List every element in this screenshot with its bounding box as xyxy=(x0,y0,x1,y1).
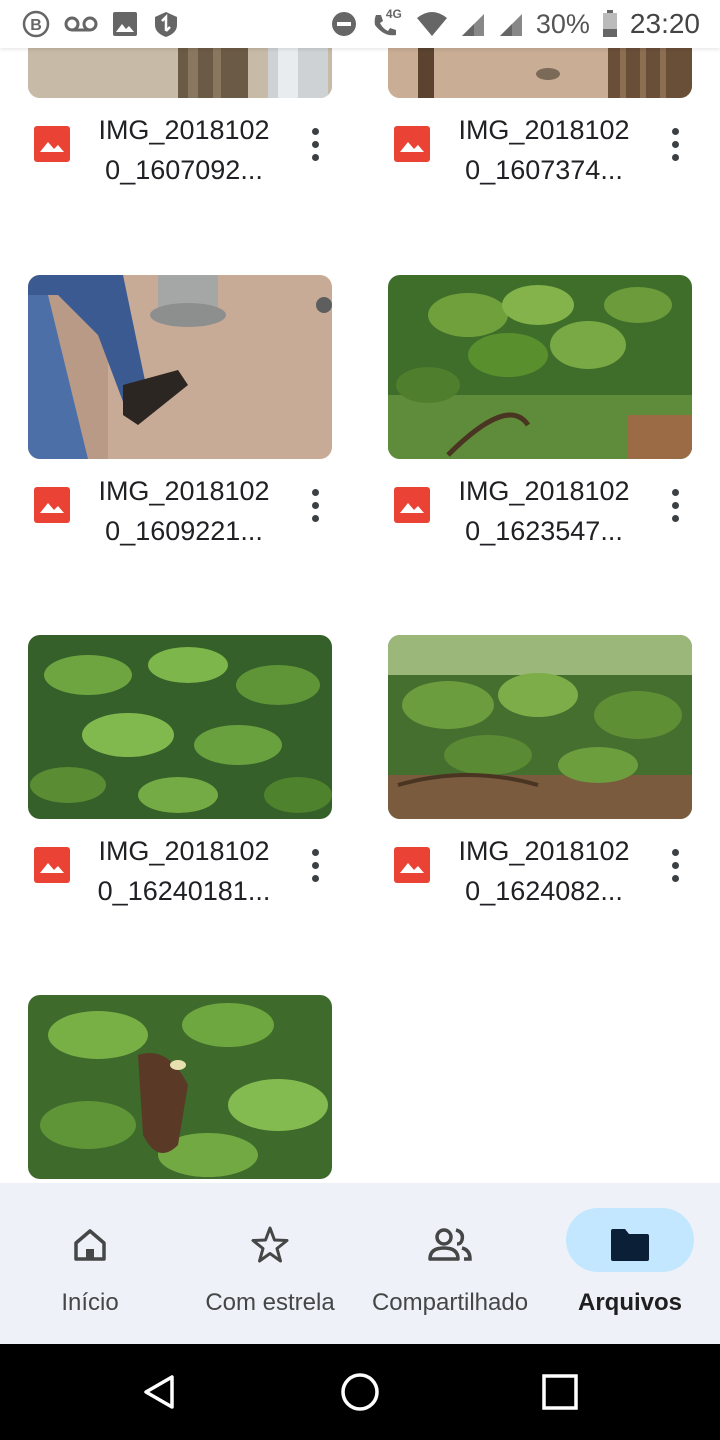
file-info-row: IMG_2018102 0_1623547... xyxy=(388,471,720,551)
people-icon xyxy=(426,1221,474,1269)
voicemail-icon xyxy=(64,16,98,32)
home-icon xyxy=(66,1221,114,1269)
dnd-icon xyxy=(331,12,356,36)
nav-label-files: Arquivos xyxy=(577,1289,682,1316)
network-type-label: 4G xyxy=(385,7,402,21)
b-badge-icon: B xyxy=(22,10,50,38)
image-file-icon xyxy=(34,847,70,883)
file-name: IMG_2018102 0_1607374... xyxy=(458,115,630,185)
nav-label-home: Início xyxy=(61,1289,119,1316)
file-name: IMG_2018102 0_1623547... xyxy=(458,476,630,546)
file-info-row: IMG_2018102 0_16240181... xyxy=(28,831,368,911)
file-info-row: IMG_2018102 0_1607374... xyxy=(388,110,720,190)
nav-item-home[interactable]: Início xyxy=(0,1183,180,1344)
image-file-icon xyxy=(34,487,70,523)
file-thumbnail[interactable] xyxy=(28,995,332,1179)
star-icon xyxy=(246,1221,294,1269)
svg-text:B: B xyxy=(30,17,42,34)
status-bar: B 4G 30% 23:20 xyxy=(0,0,720,48)
status-left-icons: B xyxy=(22,10,180,38)
more-options-button[interactable] xyxy=(300,485,330,525)
image-file-icon xyxy=(34,126,70,162)
drive-files-screen: IMG_2018102 0_1607092... IMG_2018102 0_1… xyxy=(0,0,720,1440)
nav-label-shared: Compartilhado xyxy=(371,1289,529,1316)
battery-icon xyxy=(602,10,617,37)
signal-icon xyxy=(461,14,484,36)
file-info-row: IMG_2018102 0_1609221... xyxy=(28,471,368,551)
nav-item-files[interactable]: Arquivos xyxy=(540,1183,720,1344)
system-navigation-bar xyxy=(0,1344,720,1440)
file-thumbnail[interactable] xyxy=(28,635,332,819)
file-name: IMG_2018102 0_16240181... xyxy=(97,836,271,906)
file-thumbnail[interactable] xyxy=(388,635,692,819)
image-file-icon xyxy=(394,847,430,883)
image-icon xyxy=(113,12,137,36)
folder-icon xyxy=(606,1221,654,1269)
file-thumbnail[interactable] xyxy=(388,275,692,459)
more-options-button[interactable] xyxy=(300,845,330,885)
wifi-icon xyxy=(416,12,447,36)
bottom-navigation: Início Com estrela Compartilhado Arquivo… xyxy=(0,1183,720,1344)
recents-icon[interactable] xyxy=(536,1368,584,1416)
image-file-icon xyxy=(394,487,430,523)
clock: 23:20 xyxy=(629,8,700,39)
file-info-row: IMG_2018102 0_1607092... xyxy=(28,110,368,190)
image-file-icon xyxy=(394,126,430,162)
more-options-button[interactable] xyxy=(660,845,690,885)
more-options-button[interactable] xyxy=(300,124,330,164)
more-options-button[interactable] xyxy=(660,124,690,164)
volte-4g-call-icon: 4G xyxy=(370,7,404,39)
nav-item-shared[interactable]: Compartilhado xyxy=(360,1183,540,1344)
data-saver-icon xyxy=(155,12,177,37)
battery-percent: 30% xyxy=(535,8,590,39)
file-info-row: IMG_2018102 0_1624082... xyxy=(388,831,720,911)
nav-item-starred[interactable]: Com estrela xyxy=(180,1183,360,1344)
back-icon[interactable] xyxy=(136,1368,184,1416)
file-name: IMG_2018102 0_1607092... xyxy=(98,115,270,185)
file-name: IMG_2018102 0_1624082... xyxy=(458,836,630,906)
home-circle-icon[interactable] xyxy=(336,1368,384,1416)
status-right-icons: 4G 30% 23:20 xyxy=(330,7,700,40)
file-thumbnail[interactable] xyxy=(28,275,332,459)
more-options-button[interactable] xyxy=(660,485,690,525)
file-name: IMG_2018102 0_1609221... xyxy=(98,476,270,546)
signal-icon xyxy=(499,14,522,36)
nav-label-starred: Com estrela xyxy=(205,1289,335,1316)
